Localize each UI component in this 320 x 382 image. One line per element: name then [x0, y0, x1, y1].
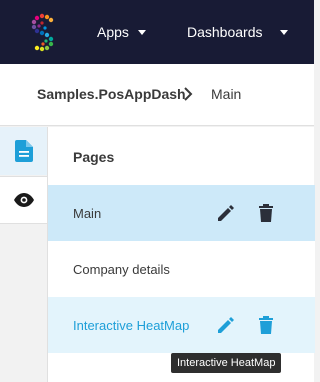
caret-down-icon [279, 29, 288, 35]
side-rail [0, 127, 47, 382]
breadcrumb-root[interactable]: Samples.PosAppDash [37, 86, 186, 102]
page-item-label: Interactive HeatMap [73, 317, 190, 333]
trash-icon[interactable] [256, 315, 276, 335]
chevron-right-icon [184, 87, 193, 101]
page-item-main[interactable]: Main [48, 185, 315, 241]
caret-down-icon [137, 29, 146, 35]
trash-icon[interactable] [256, 203, 276, 223]
pencil-icon[interactable] [216, 203, 236, 223]
page-item-interactive-heatmap[interactable]: Interactive HeatMap [48, 297, 315, 353]
pages-panel: Pages Main Company details Interactive H… [47, 127, 315, 382]
app-logo[interactable] [25, 8, 61, 56]
page-item-label: Main [73, 205, 102, 221]
top-navbar: Apps Dashboards [0, 0, 314, 64]
page-item-company-details[interactable]: Company details [48, 241, 315, 297]
apps-menu[interactable]: Apps [97, 0, 146, 64]
eye-icon [13, 193, 34, 207]
dashboards-menu-label: Dashboards [187, 24, 263, 40]
document-icon [14, 140, 33, 162]
page-item-label: Company details [73, 261, 170, 277]
pages-title: Pages [73, 149, 115, 165]
tab-preview[interactable] [0, 176, 47, 224]
pencil-icon[interactable] [216, 315, 236, 335]
tooltip: Interactive HeatMap [171, 353, 282, 373]
dashboards-menu[interactable]: Dashboards [187, 0, 288, 64]
breadcrumb: Samples.PosAppDash Main [0, 64, 314, 126]
breadcrumb-current: Main [211, 86, 242, 102]
apps-menu-label: Apps [97, 24, 129, 40]
tab-pages[interactable] [0, 127, 47, 175]
